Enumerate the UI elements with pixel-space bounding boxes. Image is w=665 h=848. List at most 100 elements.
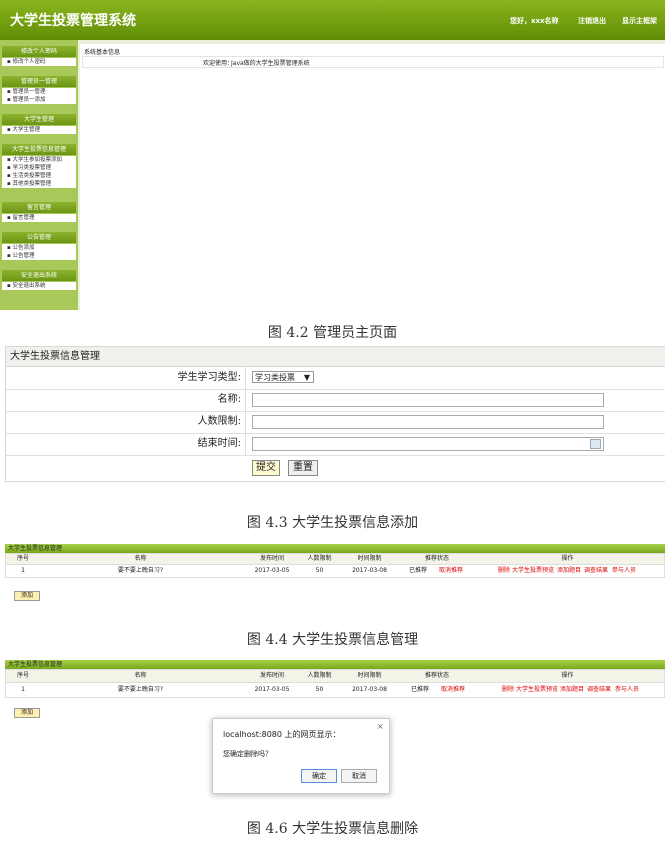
sidebar-group-header[interactable]: 公告管理 (2, 232, 76, 243)
sidebar-item-student-manage[interactable]: ▪ 大学生管理 (2, 126, 76, 134)
end-time-input[interactable] (252, 437, 604, 451)
survey-result-link[interactable]: 调查结果 (584, 565, 608, 577)
cell-deadline: 2017-03-08 (352, 567, 387, 574)
cancel-recommend-link[interactable]: 取消推荐 (436, 565, 466, 577)
cell-name: 要不要上晚自习? (117, 686, 164, 693)
preview-link[interactable]: 大学生投票预览 (512, 565, 554, 577)
sidebar-item-notice-manage[interactable]: ▪ 公告管理 (2, 252, 76, 260)
column-header: 时间限制 (336, 554, 404, 564)
table-row: 1 要不要上晚自习? 2017-03-05 50 2017-03-08 已推荐 … (5, 683, 665, 698)
close-icon[interactable]: × (377, 722, 384, 731)
preview-link[interactable]: 大学生投票预览 (516, 683, 558, 697)
sidebar-group-header[interactable]: 管理员一管理 (2, 76, 76, 87)
dialog-message: 您确定删除吗？ (223, 750, 272, 758)
delete-link[interactable]: 删除 (502, 683, 514, 697)
dropdown-arrow-icon: ▼ (303, 373, 310, 382)
cell-status: 已推荐 (410, 686, 429, 693)
sidebar-group-header[interactable]: 安全退出系统 (2, 270, 76, 281)
survey-result-link[interactable]: 调查结果 (587, 683, 611, 697)
table-row: 1 要不要上晚自习? 2017-03-05 50 2017-03-08 已推荐 … (5, 565, 665, 578)
cell-limit: 50 (315, 567, 324, 574)
add-question-link[interactable]: 添加题目 (557, 565, 581, 577)
column-header: 序号 (6, 554, 41, 564)
welcome-text: Java做的大学生投票管理系统 (231, 60, 310, 67)
cell-index: 1 (21, 686, 25, 693)
column-header: 操作 (471, 670, 664, 682)
top-header-bar: 大学生投票管理系统 您好，xxx名称 注销退出 显示主框架 (0, 0, 665, 40)
name-input[interactable] (252, 393, 604, 407)
show-main-frame-link[interactable]: 显示主框架 (622, 16, 657, 26)
type-select[interactable]: 学习类投票 ▼ (252, 371, 314, 383)
sidebar-group-header[interactable]: 大学生投票信息管理 (2, 144, 76, 155)
column-header: 人数限制 (303, 554, 337, 564)
vote-add-form: 大学生投票信息管理 学生学习类型: 学习类投票 ▼ 名称: 人数限制: 结束时间:… (5, 346, 665, 482)
figure-caption: 图 4.6 大学生投票信息删除 (246, 821, 419, 837)
cancel-recommend-link[interactable]: 取消推荐 (438, 683, 468, 697)
sidebar-item-vote-add[interactable]: ▪ 大学生参加投票添加 (2, 156, 76, 164)
dialog-title: localhost:8080 上的网页显示： (223, 730, 341, 739)
sidebar-item-admin-manage[interactable]: ▪ 管理员一管理 (2, 88, 76, 96)
column-header: 人数限制 (303, 670, 337, 682)
vote-delete-table: 大学生投票信息管理 序号 名称 发布时间 人数限制 时间限制 推荐状态 操作 1… (5, 660, 665, 698)
sidebar-item-life-vote[interactable]: ▪ 生活类投票管理 (2, 172, 76, 180)
limit-input[interactable] (252, 415, 604, 429)
figure-caption: 图 4.4 大学生投票信息管理 (246, 632, 419, 648)
confirm-cancel-button[interactable]: 取消 (341, 769, 377, 783)
name-label: 名称: (6, 389, 246, 411)
delete-link[interactable]: 删除 (498, 565, 510, 577)
sidebar-group-header[interactable]: 留言管理 (2, 202, 76, 213)
type-label: 学生学习类型: (6, 367, 246, 389)
confirm-ok-button[interactable]: 确定 (301, 769, 337, 783)
sidebar-item-admin-add[interactable]: ▪ 管理员一添加 (2, 96, 76, 104)
sidebar-item-notice-add[interactable]: ▪ 公告添加 (2, 244, 76, 252)
submit-button[interactable]: 提交 (252, 460, 280, 476)
figure-caption: 图 4.2 管理员主页面 (267, 325, 398, 341)
column-header: 名称 (40, 554, 242, 564)
participants-link[interactable]: 参与人员 (612, 565, 636, 577)
sidebar-item-message-manage[interactable]: ▪ 留言管理 (2, 214, 76, 222)
form-row-type: 学生学习类型: 学习类投票 ▼ (6, 367, 665, 390)
logout-link[interactable]: 注销退出 (578, 16, 606, 26)
participants-link[interactable]: 参与人员 (615, 683, 639, 697)
add-button[interactable]: 添加 (14, 708, 40, 718)
form-row-limit: 人数限制: (6, 411, 665, 434)
form-row-end: 结束时间: (6, 433, 665, 456)
figure-caption: 图 4.3 大学生投票信息添加 (246, 515, 419, 531)
system-info-heading: 系统基本信息 (84, 49, 121, 56)
table-title-bar: 大学生投票信息管理 (5, 660, 665, 669)
sidebar-item-study-vote[interactable]: ▪ 学习类投票管理 (2, 164, 76, 172)
sidebar-item-other-vote[interactable]: ▪ 其他类投票管理 (2, 180, 76, 188)
add-button[interactable]: 添加 (14, 591, 40, 601)
welcome-label: 欢迎使用： (203, 60, 234, 67)
system-title: 大学生投票管理系统 (10, 13, 136, 29)
sidebar-group-header[interactable]: 修改个人密码 (2, 46, 76, 57)
sidebar-item-safe-exit[interactable]: ▪ 安全退出系统 (2, 282, 76, 290)
cell-name: 要不要上晚自习? (117, 567, 164, 574)
welcome-row: 欢迎使用： Java做的大学生投票管理系统 (82, 56, 664, 68)
cell-status: 已推荐 (408, 567, 427, 574)
cell-publish: 2017-03-05 (254, 686, 290, 693)
reset-button[interactable]: 重置 (288, 460, 318, 476)
column-header: 序号 (6, 670, 41, 682)
vote-manage-table: 大学生投票信息管理 序号 名称 发布时间 人数限制 时间限制 推荐状态 操作 1… (5, 544, 665, 578)
confirm-dialog: localhost:8080 上的网页显示： × 您确定删除吗？ 确定 取消 (212, 718, 390, 794)
column-header: 时间限制 (336, 670, 404, 682)
admin-main-page-screenshot: 大学生投票管理系统 您好，xxx名称 注销退出 显示主框架 修改个人密码 ▪ 修… (0, 0, 665, 310)
user-greeting: 您好，xxx名称 (510, 17, 559, 25)
limit-label: 人数限制: (6, 411, 246, 433)
end-time-label: 结束时间: (6, 433, 246, 455)
main-content: 系统基本信息 欢迎使用： Java做的大学生投票管理系统 (80, 44, 665, 310)
cell-index: 1 (21, 567, 25, 574)
cell-deadline: 2017-03-08 (352, 686, 387, 693)
form-row-name: 名称: (6, 389, 665, 412)
table-title-bar: 大学生投票信息管理 (5, 544, 665, 553)
column-header: 名称 (40, 670, 242, 682)
calendar-icon[interactable] (590, 439, 601, 449)
form-header: 大学生投票信息管理 (6, 347, 665, 367)
type-select-value: 学习类投票 (255, 373, 295, 382)
sidebar-group-header[interactable]: 大学生管理 (2, 114, 76, 125)
column-header: 发布时间 (241, 670, 304, 682)
sidebar-item-change-password[interactable]: ▪ 修改个人密码 (2, 58, 76, 66)
add-question-link[interactable]: 添加题目 (560, 683, 584, 697)
column-header: 操作 (471, 554, 664, 564)
